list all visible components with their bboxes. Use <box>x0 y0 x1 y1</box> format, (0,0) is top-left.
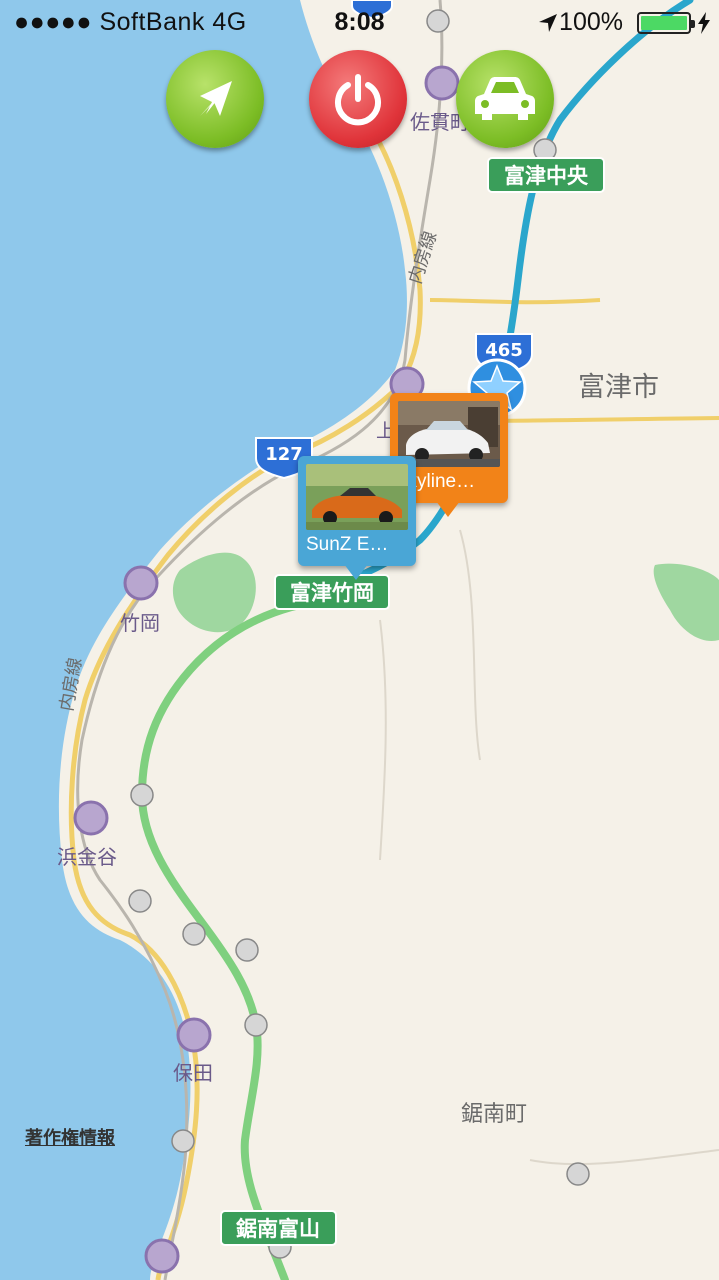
interchange-label-kyonan-tomiyama: 鋸南富山 <box>236 1217 320 1241</box>
map-view[interactable]: 富津市 鋸南町 佐貫町 竹岡 浜金谷 保田 上 内房線 内房線 富津中央 富津竹… <box>0 0 719 1280</box>
location-services-icon <box>539 14 557 32</box>
copyright-link[interactable]: 著作権情報 <box>25 1124 115 1150</box>
carrier-label: ●●●●● SoftBank 4G <box>14 8 247 36</box>
battery-icon <box>637 12 695 34</box>
locate-button[interactable] <box>166 50 264 148</box>
power-icon <box>335 74 381 126</box>
place-label-hamakanaya: 浜金谷 <box>57 845 117 869</box>
sunz-photo-thumbnail <box>306 464 408 530</box>
place-label-takeoka: 竹岡 <box>120 611 160 635</box>
car-icon <box>475 77 535 120</box>
place-label-futtsu-city: 富津市 <box>578 372 659 403</box>
battery-percent: 100% <box>559 8 623 36</box>
sunz-pin-label: SunZ E… <box>306 534 389 555</box>
status-bar: ●●●●● SoftBank 4G 8:08 100% <box>0 0 719 44</box>
location-arrow-icon <box>200 81 232 116</box>
charging-bolt-icon <box>698 12 710 34</box>
place-label-hota: 保田 <box>173 1061 213 1085</box>
interchange-label-futtsu-chuo: 富津中央 <box>504 164 589 188</box>
place-label-kyonan-town: 鋸南町 <box>461 1102 527 1127</box>
route-shield-465-label: 465 <box>485 340 523 361</box>
car-button[interactable] <box>456 50 554 148</box>
photo-pin-sunz[interactable]: SunZ E… <box>298 456 416 580</box>
interchange-label-futtsu-takeoka: 富津竹岡 <box>290 581 374 605</box>
power-button[interactable] <box>309 50 407 148</box>
